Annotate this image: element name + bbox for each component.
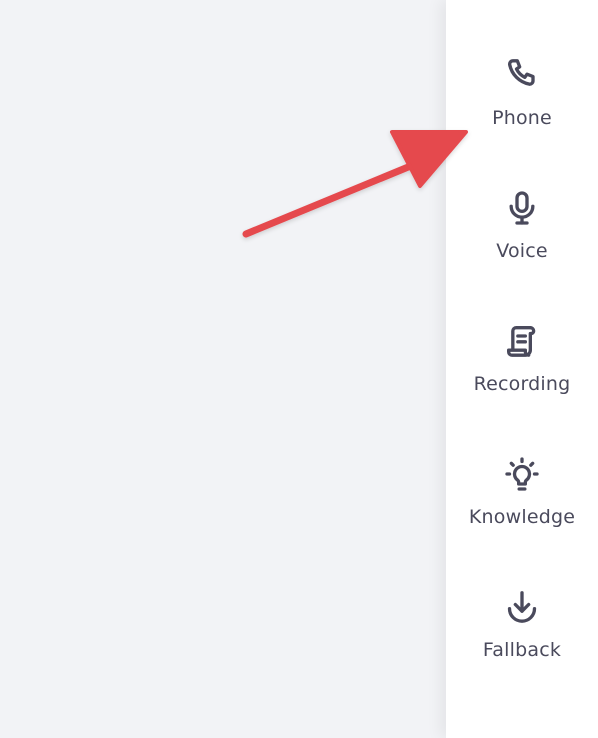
sidebar-item-label: Knowledge: [468, 506, 576, 528]
download-arrow-icon: [502, 587, 542, 627]
right-sidebar: Phone Voice Recording Knowledge Fallback: [446, 0, 598, 738]
scroll-icon: [502, 321, 542, 361]
lightbulb-icon: [502, 454, 542, 494]
sidebar-item-label: Fallback: [482, 639, 562, 661]
sidebar-item-fallback[interactable]: Fallback: [446, 532, 598, 661]
sidebar-item-voice[interactable]: Voice: [446, 133, 598, 262]
app-window: Phone Voice Recording Knowledge Fallback: [0, 0, 598, 738]
sidebar-item-recording[interactable]: Recording: [446, 266, 598, 395]
microphone-icon: [502, 188, 542, 228]
sidebar-item-phone[interactable]: Phone: [446, 0, 598, 129]
main-content-area: [0, 0, 446, 738]
phone-icon: [502, 55, 542, 95]
sidebar-item-label: Voice: [496, 240, 548, 262]
sidebar-item-label: Phone: [492, 107, 552, 129]
sidebar-item-knowledge[interactable]: Knowledge: [446, 399, 598, 528]
sidebar-item-label: Recording: [473, 373, 571, 395]
